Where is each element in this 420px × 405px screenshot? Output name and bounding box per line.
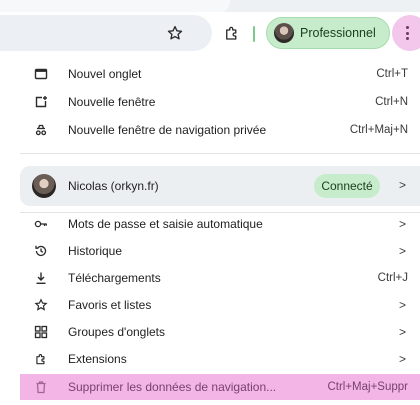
toolbar-separator (253, 26, 255, 42)
chevron-right-icon: > (398, 352, 406, 366)
menu-item-history[interactable]: Historique > (20, 239, 420, 263)
menu-profile-row[interactable]: Nicolas (orkyn.fr) Connecté > (20, 166, 420, 206)
menu-item-new-tab[interactable]: Nouvel onglet Ctrl+T (20, 62, 420, 86)
tab-groups-icon (34, 325, 48, 339)
profile-name: Nicolas (orkyn.fr) (68, 179, 159, 193)
menu-item-label: Favoris et listes (68, 298, 152, 312)
menu-item-label: Nouvel onglet (68, 67, 142, 81)
extensions-button[interactable] (217, 19, 247, 47)
chevron-right-icon: > (398, 244, 406, 258)
chevron-right-icon: > (398, 217, 406, 231)
new-window-icon (34, 95, 48, 109)
menu-item-downloads[interactable]: Téléchargements Ctrl+J (20, 266, 420, 290)
menu-item-shortcut: Ctrl+T (376, 68, 408, 80)
menu-item-shortcut: Ctrl+J (377, 272, 408, 284)
menu-item-label: Extensions (68, 352, 127, 366)
incognito-icon (34, 123, 48, 137)
menu-item-label: Supprimer les données de navigation... (68, 380, 277, 394)
browser-window: Professionnel Nouvel onglet Ctrl+T Nouve… (0, 0, 420, 405)
chevron-right-icon: > (398, 298, 406, 312)
bookmark-star-button[interactable] (160, 19, 190, 47)
menu-item-label: Historique (68, 244, 123, 258)
menu-item-label: Téléchargements (68, 271, 161, 285)
menu-item-bookmarks[interactable]: Favoris et listes > (20, 293, 420, 317)
chevron-right-icon: > (398, 178, 406, 192)
menu-item-label: Groupes d'onglets (68, 325, 166, 339)
menu-item-incognito[interactable]: Nouvelle fenêtre de navigation privée Ct… (20, 118, 420, 142)
menu-item-new-window[interactable]: Nouvelle fenêtre Ctrl+N (20, 90, 420, 114)
menu-icon (405, 26, 409, 40)
star-icon (34, 298, 48, 312)
star-icon (167, 25, 183, 40)
menu-item-label: Nouvelle fenêtre de navigation privée (68, 123, 267, 137)
new-tab-icon (34, 67, 48, 81)
profile-chip-label: Professionnel (300, 26, 376, 40)
extensions-icon (34, 352, 48, 366)
menu-item-passwords[interactable]: Mots de passe et saisie automatique > (20, 212, 420, 236)
menu-item-shortcut: Ctrl+Maj+Suppr (327, 381, 408, 393)
menu-item-label: Mots de passe et saisie automatique (68, 217, 263, 231)
trash-icon (34, 380, 48, 394)
history-icon (34, 244, 48, 258)
avatar (32, 174, 56, 198)
menu-item-shortcut: Ctrl+Maj+N (349, 124, 408, 136)
menu-item-extensions[interactable]: Extensions > (20, 347, 420, 371)
menu-item-tab-groups[interactable]: Groupes d'onglets > (20, 320, 420, 344)
menu-item-label: Nouvelle fenêtre (68, 95, 156, 109)
active-tab-edge (0, 0, 230, 12)
chevron-right-icon: > (398, 325, 406, 339)
download-icon (34, 271, 48, 285)
tab-strip (0, 0, 420, 12)
toolbar: Professionnel (0, 12, 420, 54)
menu-item-clear-browsing-data[interactable]: Supprimer les données de navigation... C… (20, 374, 420, 400)
profile-button[interactable]: Professionnel (266, 17, 390, 49)
key-icon (34, 217, 48, 231)
menu-divider (20, 153, 420, 154)
menu-item-shortcut: Ctrl+N (375, 96, 408, 108)
browser-menu: Nouvel onglet Ctrl+T Nouvelle fenêtre Ct… (20, 58, 420, 405)
sync-status-badge: Connecté (314, 174, 380, 198)
extensions-icon (226, 26, 237, 40)
browser-menu-button[interactable] (392, 15, 420, 51)
avatar (274, 23, 294, 43)
